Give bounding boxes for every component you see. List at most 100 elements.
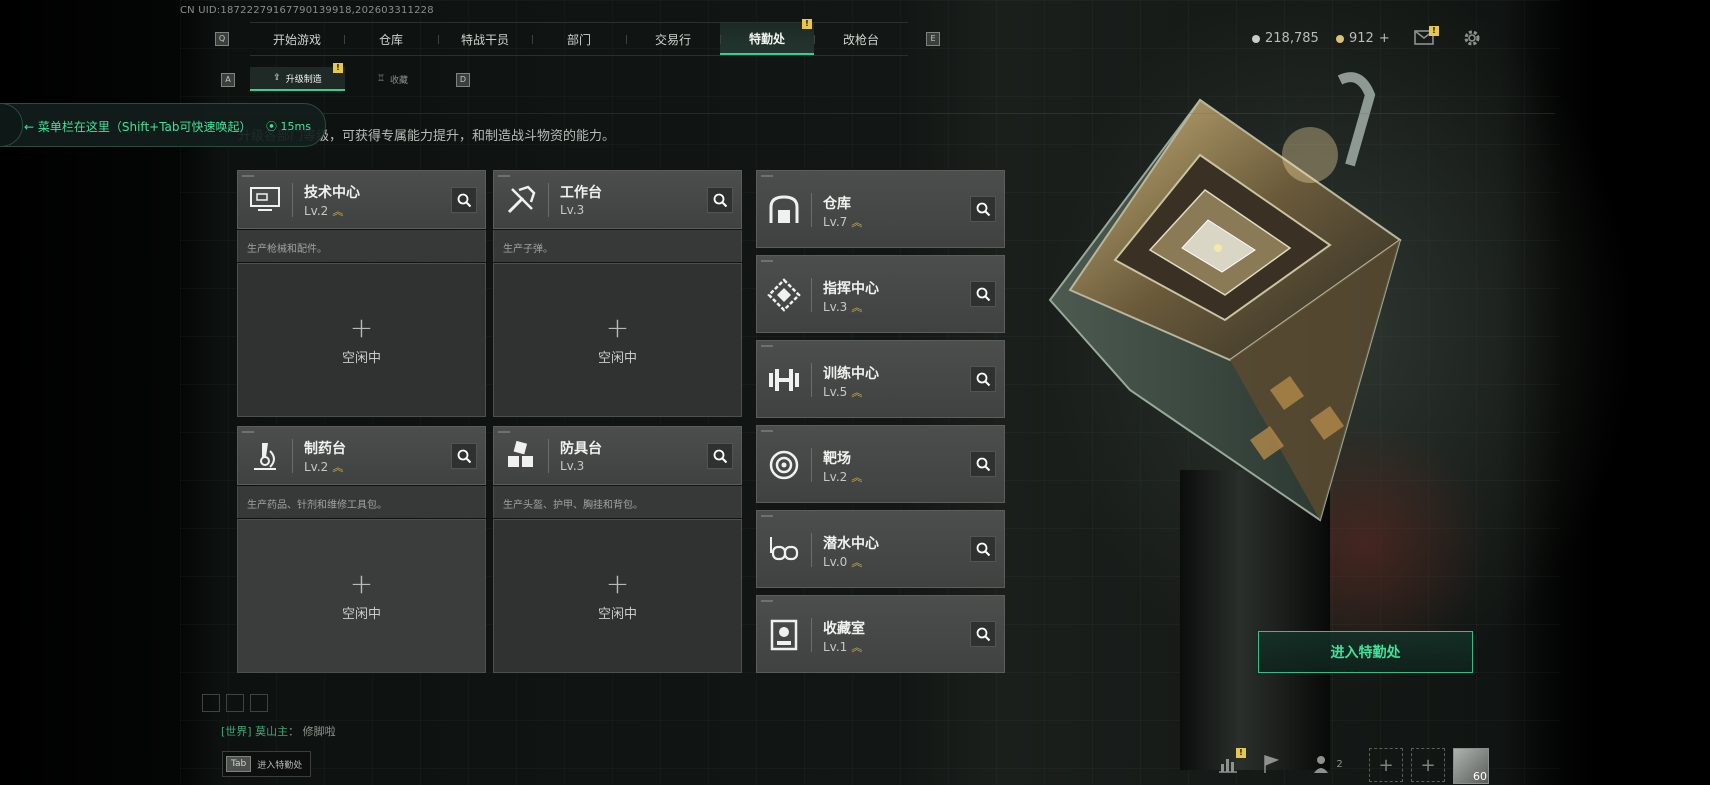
plus-icon: +	[605, 566, 630, 600]
search-icon	[976, 202, 991, 217]
plus-icon: +	[1378, 754, 1394, 776]
upgrade-chevron-icon: ︽	[851, 641, 863, 654]
facility-desc: 生产枪械和配件。	[237, 230, 486, 262]
nav-prev-key[interactable]: Q	[215, 32, 229, 46]
facility-name: 潜水中心	[823, 536, 879, 552]
card-separator	[811, 448, 812, 482]
subtab-collection[interactable]: ♖ 收藏	[345, 67, 440, 91]
facility-card-training-center[interactable]: 训练中心 Lv.5 ︽	[756, 340, 1005, 418]
microscope-icon	[254, 443, 276, 470]
facility-card-armor-bench[interactable]: 防具台 Lv.3	[493, 426, 742, 485]
trophy-icon: ♖	[376, 74, 386, 84]
production-slot[interactable]: + 空闲中	[237, 263, 486, 417]
quick-slot[interactable]	[226, 694, 244, 712]
tab-warehouse[interactable]: 仓库	[344, 23, 438, 55]
facility-card-tech-center[interactable]: 技术中心 Lv.2 ︽	[237, 170, 486, 229]
production-slot[interactable]: + 空闲中	[237, 519, 486, 673]
subtab-upgrade[interactable]: ⇪ 升级制造 !	[250, 63, 345, 91]
facility-card-command-center[interactable]: 指挥中心 Lv.3 ︽	[756, 255, 1005, 333]
main-nav: 开始游戏 仓库 特战干员 部门 交易行 特勤处 ! 改枪台	[250, 19, 908, 56]
flag-button[interactable]	[1255, 748, 1287, 780]
facility-card-warehouse[interactable]: 仓库 Lv.7 ︽	[756, 170, 1005, 248]
facility-desc: 生产子弹。	[493, 230, 742, 262]
facility-level: Lv.2 ︽	[823, 470, 863, 484]
subnav-prev-key[interactable]: A	[221, 73, 235, 87]
vault-icon	[769, 195, 799, 223]
stats-button[interactable]: !	[1212, 748, 1246, 780]
chat-message: 修脚啦	[302, 725, 336, 738]
slot-status: 空闲中	[341, 350, 381, 366]
search-button[interactable]	[707, 187, 733, 213]
production-slot[interactable]: + 空闲中	[493, 519, 742, 673]
tab-trading[interactable]: 交易行	[626, 23, 720, 55]
facility-level: Lv.2 ︽	[304, 460, 344, 474]
silver-currency: 218,785	[1252, 31, 1319, 46]
gold-currency[interactable]: 912 +	[1336, 31, 1390, 46]
search-button[interactable]	[970, 366, 996, 392]
facility-card-collection-room[interactable]: 收藏室 Lv.1 ︽	[756, 595, 1005, 673]
facility-name: 靶场	[823, 451, 851, 467]
tab-gunsmith[interactable]: 改枪台	[814, 23, 908, 55]
search-button[interactable]	[970, 451, 996, 477]
tab-shortcut-hint[interactable]: Tab 进入特勤处	[222, 751, 312, 777]
card-separator	[548, 183, 549, 217]
facility-card-workbench[interactable]: 工作台 Lv.3	[493, 170, 742, 229]
search-icon	[976, 542, 991, 557]
search-button[interactable]	[970, 196, 996, 222]
tab-special-ops[interactable]: 特勤处 !	[720, 19, 814, 55]
team-button[interactable]: 2	[1308, 748, 1348, 780]
facility-name: 收藏室	[823, 621, 865, 637]
player-avatar[interactable]: 60	[1453, 748, 1489, 784]
slot-status: 空闲中	[597, 606, 637, 622]
upgrade-chevron-icon: ︽	[332, 461, 344, 474]
settings-button[interactable]	[1462, 28, 1482, 48]
facility-card-diving-center[interactable]: 潜水中心 Lv.0 ︽	[756, 510, 1005, 588]
gold-add-button[interactable]: +	[1379, 31, 1390, 46]
mail-button[interactable]: !	[1414, 26, 1439, 46]
search-button[interactable]	[970, 281, 996, 307]
diving-mask-icon	[770, 537, 799, 561]
enter-special-ops-button[interactable]: 进入特勤处	[1258, 631, 1473, 673]
search-button[interactable]	[970, 536, 996, 562]
search-icon	[976, 457, 991, 472]
invite-slot[interactable]: +	[1369, 748, 1403, 782]
mail-badge: !	[1429, 26, 1439, 36]
collection-icon	[770, 619, 798, 651]
card-corner	[761, 345, 773, 347]
player-level: 60	[1473, 770, 1487, 783]
tab-start-game[interactable]: 开始游戏	[250, 23, 344, 55]
quick-slot[interactable]	[250, 694, 268, 712]
menu-hint-tooltip[interactable]: ← 菜单栏在这里（Shift+Tab可快速唤起） ⦿ 15ms	[0, 103, 326, 147]
upgrade-icon: ⇪	[273, 73, 281, 83]
facility-card-shooting-range[interactable]: 靶场 Lv.2 ︽	[756, 425, 1005, 503]
production-slot[interactable]: + 空闲中	[493, 263, 742, 417]
search-icon	[976, 287, 991, 302]
notification-badge: !	[802, 19, 812, 29]
quick-slot[interactable]	[202, 694, 220, 712]
chat-channel: [世界]	[221, 725, 252, 738]
collapse-handle[interactable]	[0, 103, 23, 147]
subnav-next-key[interactable]: D	[456, 73, 470, 87]
chat-line[interactable]: [世界] 莫山主： 修脚啦	[221, 723, 336, 739]
tab-key: Tab	[226, 756, 252, 772]
plus-icon: +	[349, 310, 374, 344]
card-corner	[761, 260, 773, 262]
tab-department[interactable]: 部门	[532, 23, 626, 55]
search-icon	[457, 449, 472, 464]
facility-level: Lv.3 ︽	[823, 300, 863, 314]
tab-operators[interactable]: 特战干员	[438, 23, 532, 55]
card-separator	[811, 363, 812, 397]
target-icon	[769, 450, 799, 480]
search-button[interactable]	[451, 443, 477, 469]
invite-slot[interactable]: +	[1411, 748, 1445, 782]
search-button[interactable]	[707, 443, 733, 469]
tab-label: 改枪台	[842, 32, 879, 47]
search-button[interactable]	[451, 187, 477, 213]
facility-level: Lv.7 ︽	[823, 215, 863, 229]
search-button[interactable]	[970, 621, 996, 647]
tab-label: 特勤处	[748, 31, 785, 46]
facility-card-pharmacy[interactable]: 制药台 Lv.2 ︽	[237, 426, 486, 485]
facility-name: 制药台	[304, 441, 346, 457]
gold-amount: 912	[1349, 31, 1374, 46]
nav-next-key[interactable]: E	[926, 32, 940, 46]
